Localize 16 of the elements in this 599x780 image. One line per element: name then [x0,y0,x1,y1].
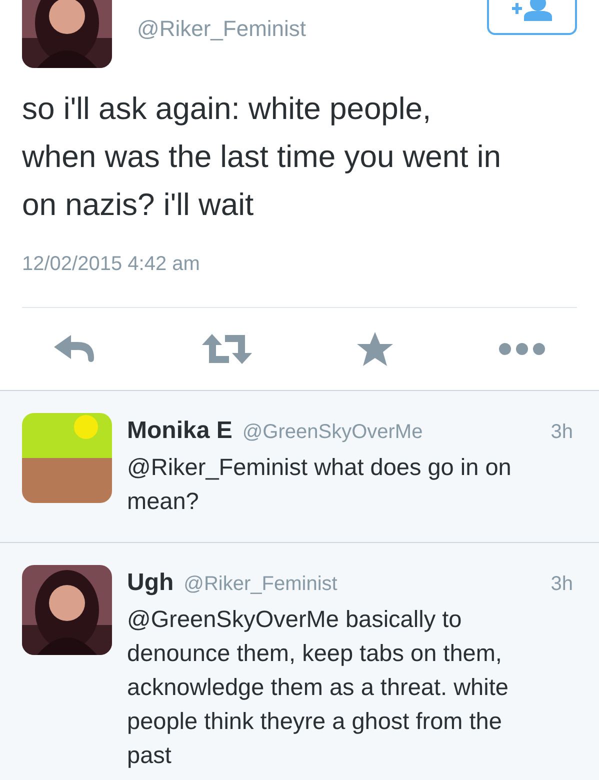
reply-icon[interactable] [54,334,96,364]
add-user-icon [510,0,554,21]
reply-handle: @Riker_Feminist [184,572,338,597]
more-icon[interactable] [498,343,545,355]
timestamp: 12/02/2015 4:42 am [22,252,201,277]
reply-handle: @GreenSkyOverMe [242,420,423,445]
retweet-icon[interactable] [202,334,252,364]
reply-time: 3h [550,420,574,445]
reply-author: Monika E [127,416,232,446]
reply-text: @Riker_Feminist what does go in on mean? [127,453,512,516]
user-handle: @Riker_Feminist [137,15,306,43]
reply-author: Ugh [127,568,174,598]
reply-time: 3h [550,572,574,597]
reply-text: @GreenSkyOverMe basically to denounce them, keep tabs on them, acknowledge them as a threat. white people think theyre a ghost from the past [127,605,510,770]
tweet-text: so i'll ask again: white people, when was the last time you went in on nazis? i'll wait [22,90,502,224]
star-icon[interactable] [357,332,394,366]
